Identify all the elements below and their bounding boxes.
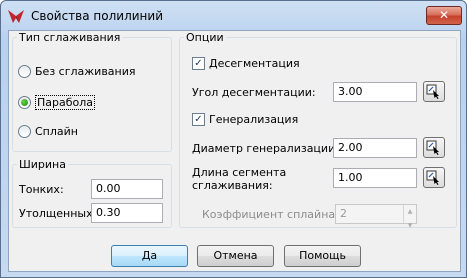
pick-from-map-icon — [426, 170, 439, 185]
radio-spline-indicator[interactable] — [18, 125, 31, 138]
spin-down-icon[interactable]: ▼ — [408, 219, 413, 233]
segment-length-label-line2: сглаживания: — [192, 179, 273, 192]
desegmentation-angle-label: Угол десегментации: — [192, 86, 316, 99]
radio-no-smoothing[interactable]: Без сглаживания — [18, 65, 136, 78]
spline-coefficient-spinner[interactable]: ▲ ▼ — [403, 205, 416, 229]
dialog-client-area: Тип сглаживания Без сглаживания Парабола… — [8, 30, 461, 272]
window-title: Свойства полилиний — [31, 9, 163, 23]
spline-coefficient-value: 2 — [340, 207, 347, 220]
desegmentation-label: Десегментация — [209, 57, 300, 70]
thick-width-input[interactable]: 0.30 — [91, 203, 163, 223]
radio-no-smoothing-indicator[interactable] — [18, 65, 31, 78]
smoothing-type-legend: Тип сглаживания — [19, 31, 121, 44]
spline-coefficient-label: Коэффициент сплайна: — [202, 208, 339, 221]
radio-parabola-indicator[interactable] — [18, 96, 31, 109]
width-legend: Ширина — [19, 158, 66, 171]
pick-segment-button[interactable] — [423, 167, 445, 188]
segment-length-label-line1: Длина сегмента — [192, 166, 287, 179]
spin-up-icon[interactable]: ▲ — [408, 205, 413, 219]
generalization-checkbox[interactable]: ✓ Генерализация — [192, 113, 298, 126]
generalization-check-indicator[interactable]: ✓ — [192, 113, 205, 126]
radio-no-smoothing-label: Без сглаживания — [35, 65, 136, 78]
generalization-diameter-input[interactable]: 2.00 — [333, 138, 417, 158]
thin-width-input[interactable]: 0.00 — [91, 179, 163, 199]
thick-width-label: Утолщенных: — [19, 207, 97, 220]
app-logo-icon — [8, 10, 24, 23]
help-button[interactable]: Помощь — [284, 245, 361, 267]
pick-diameter-button[interactable] — [423, 137, 445, 158]
title-bar[interactable]: Свойства полилиний ✓ ✕ — [1, 1, 466, 31]
desegmentation-check-indicator[interactable]: ✓ — [192, 57, 205, 70]
radio-parabola[interactable]: Парабола — [18, 95, 96, 110]
generalization-diameter-label: Диаметр генерализации: — [192, 142, 339, 155]
close-button[interactable]: ✓ ✕ — [426, 6, 462, 25]
close-glyph: ✕ — [438, 8, 450, 22]
pick-from-map-icon — [426, 84, 439, 99]
desegmentation-angle-input[interactable]: 3.00 — [333, 82, 417, 102]
options-legend: Опции — [186, 31, 224, 44]
pick-from-map-icon — [426, 140, 439, 155]
spline-coefficient-input[interactable]: 2 ▲ ▼ — [335, 204, 417, 229]
segment-length-input[interactable]: 1.00 — [333, 168, 417, 188]
radio-spline[interactable]: Сплайн — [18, 125, 78, 138]
ok-button[interactable]: Да — [111, 245, 188, 267]
desegmentation-checkbox[interactable]: ✓ Десегментация — [192, 57, 300, 70]
thin-width-label: Тонких: — [19, 183, 64, 196]
radio-spline-label: Сплайн — [35, 125, 78, 138]
pick-angle-button[interactable] — [423, 81, 445, 102]
cancel-button[interactable]: Отмена — [197, 245, 274, 267]
radio-parabola-label: Парабола — [35, 95, 96, 110]
dialog-window: Свойства полилиний ✓ ✕ Тип сглаживания Б… — [0, 0, 467, 278]
generalization-label: Генерализация — [209, 113, 299, 126]
